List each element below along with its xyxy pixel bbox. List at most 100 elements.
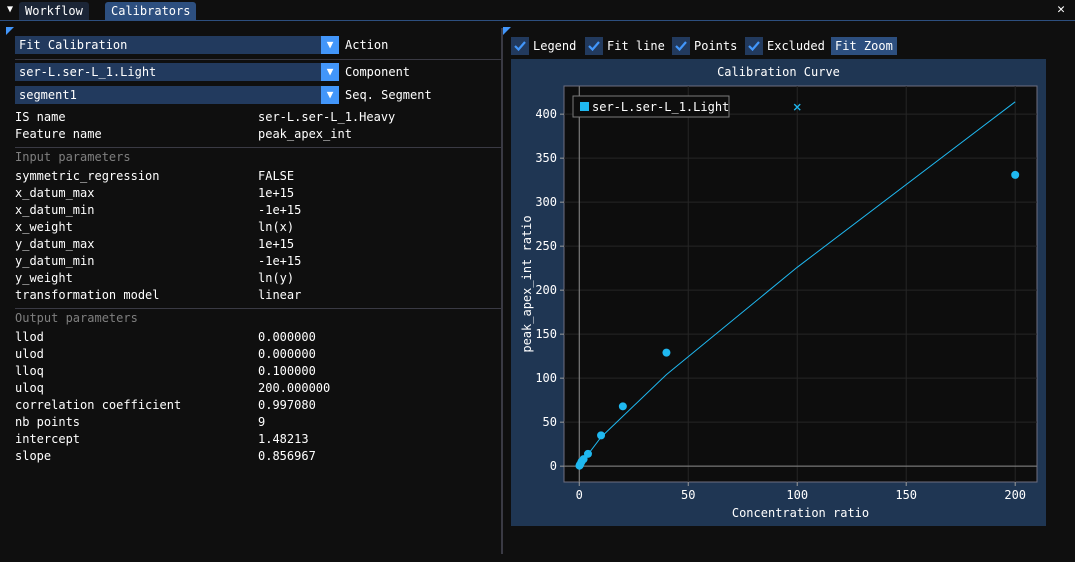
result-value: 0.000000	[258, 330, 316, 344]
result-key: correlation coefficient	[15, 398, 182, 412]
info-row-is-name: IS name ser-L.ser-L_1.Heavy	[15, 109, 495, 126]
param-row: transformation model linear	[15, 287, 495, 304]
param-key: transformation model	[15, 288, 160, 302]
checkmark-icon[interactable]	[745, 37, 763, 55]
chevron-down-icon[interactable]: ▼	[321, 86, 339, 104]
result-value: 9	[258, 415, 266, 429]
param-row: x_weight ln(x)	[15, 219, 495, 236]
x-tick-label: 0	[576, 488, 583, 502]
tab-calibrators[interactable]: Calibrators	[105, 2, 197, 20]
component-label: Component	[345, 65, 411, 79]
x-axis-label: Concentration ratio	[732, 506, 869, 520]
y-tick-label: 100	[535, 371, 557, 385]
x-tick-label: 200	[1004, 488, 1026, 502]
segment-label: Seq. Segment	[345, 88, 432, 102]
chevron-down-icon[interactable]: ▼	[321, 36, 339, 54]
param-key: y_weight	[15, 271, 73, 285]
pane-corner-marker	[6, 27, 14, 35]
result-row: intercept 1.48213	[15, 431, 495, 448]
param-key: symmetric_regression	[15, 169, 160, 183]
param-value: ln(y)	[258, 271, 295, 285]
result-row: lloq 0.100000	[15, 363, 495, 380]
close-icon[interactable]: ✕	[1053, 1, 1069, 19]
result-key: intercept	[15, 432, 81, 446]
calibration-plot[interactable]: 0 50 100 150 200 0 50 100 150 200 250 300 350 400 ser-…	[511, 59, 1046, 526]
result-key: uloq	[15, 381, 44, 395]
parameters-panel: Fit Calibration ▼ Action ser-L.ser-L_1.L…	[6, 27, 503, 547]
result-key: slope	[15, 449, 52, 463]
y-tick-label: 50	[543, 415, 557, 429]
param-value: ln(x)	[258, 220, 295, 234]
pane-corner-marker	[503, 27, 511, 35]
checkmark-icon[interactable]	[585, 37, 603, 55]
param-value: linear	[258, 288, 302, 302]
action-dropdown[interactable]: Fit Calibration ▼	[15, 36, 339, 54]
info-value: ser-L.ser-L_1.Heavy	[258, 110, 396, 124]
calibration-chart[interactable]: 0 50 100 150 200 0 50 100 150 200 250 300 350 400 ser-…	[511, 59, 1046, 526]
param-row: symmetric_regression FALSE	[15, 168, 495, 185]
y-tick-label: 0	[550, 459, 557, 473]
output-parameters-title: Output parameters	[15, 311, 138, 325]
param-row: y_weight ln(y)	[15, 270, 495, 287]
info-key: Feature name	[15, 127, 102, 141]
legend-label: ser-L.ser-L_1.Light	[592, 100, 729, 114]
segment-dropdown[interactable]: segment1 ▼	[15, 86, 339, 104]
checkmark-icon[interactable]	[511, 37, 529, 55]
result-key: nb points	[15, 415, 81, 429]
chart-title: Calibration Curve	[717, 65, 840, 79]
data-point	[1011, 170, 1020, 179]
param-row: y_datum_min -1e+15	[15, 253, 495, 270]
y-tick-label: 200	[535, 283, 557, 297]
result-row: nb points 9	[15, 414, 495, 431]
segment-row: segment1 ▼ Seq. Segment	[15, 86, 495, 104]
window-menu-icon[interactable]: ▼	[3, 3, 17, 17]
y-tick-label: 350	[535, 151, 557, 165]
param-key: x_datum_min	[15, 203, 95, 217]
legend-checkbox-label: Legend	[533, 39, 577, 53]
result-row: ulod 0.000000	[15, 346, 495, 363]
info-value: peak_apex_int	[258, 127, 352, 141]
param-value: -1e+15	[258, 203, 302, 217]
divider	[15, 147, 503, 148]
result-row: slope 0.856967	[15, 448, 495, 465]
component-row: ser-L.ser-L_1.Light ▼ Component	[15, 63, 495, 81]
input-parameters-title: Input parameters	[15, 150, 131, 164]
result-value: 0.100000	[258, 364, 316, 378]
param-key: y_datum_max	[15, 237, 95, 251]
divider	[15, 59, 503, 60]
y-axis-label: peak_apex_int ratio	[520, 215, 534, 352]
divider	[15, 308, 503, 309]
param-value: 1e+15	[258, 186, 295, 200]
data-point	[597, 431, 606, 440]
result-row: uloq 200.000000	[15, 380, 495, 397]
param-key: x_datum_max	[15, 186, 95, 200]
result-value: 1.48213	[258, 432, 309, 446]
component-dropdown-value: ser-L.ser-L_1.Light	[19, 65, 157, 79]
segment-dropdown-value: segment1	[19, 88, 77, 102]
component-dropdown[interactable]: ser-L.ser-L_1.Light ▼	[15, 63, 339, 81]
param-row: y_datum_max 1e+15	[15, 236, 495, 253]
result-value: 0.997080	[258, 398, 316, 412]
tab-bar: ▼ Workflow Calibrators ✕	[0, 0, 1075, 21]
action-row: Fit Calibration ▼ Action	[15, 36, 495, 54]
y-tick-label: 300	[535, 195, 557, 209]
param-row: x_datum_min -1e+15	[15, 202, 495, 219]
data-point	[618, 402, 627, 411]
result-row: llod 0.000000	[15, 329, 495, 346]
plot-panel: Legend Fit line Points Excluded Fit Zoom…	[503, 27, 1069, 552]
param-value: FALSE	[258, 169, 295, 183]
result-value: 0.856967	[258, 449, 316, 463]
result-value: 0.000000	[258, 347, 316, 361]
fit-zoom-button[interactable]: Fit Zoom	[831, 37, 897, 55]
result-key: lloq	[15, 364, 44, 378]
checkmark-icon[interactable]	[672, 37, 690, 55]
info-key: IS name	[15, 110, 66, 124]
param-value: -1e+15	[258, 254, 302, 268]
y-tick-label: 150	[535, 327, 557, 341]
result-row: correlation coefficient 0.997080	[15, 397, 495, 414]
x-tick-label: 50	[681, 488, 695, 502]
tab-workflow[interactable]: Workflow	[19, 2, 89, 20]
chevron-down-icon[interactable]: ▼	[321, 63, 339, 81]
result-key: ulod	[15, 347, 44, 361]
fit-line-checkbox-label: Fit line	[607, 39, 665, 53]
